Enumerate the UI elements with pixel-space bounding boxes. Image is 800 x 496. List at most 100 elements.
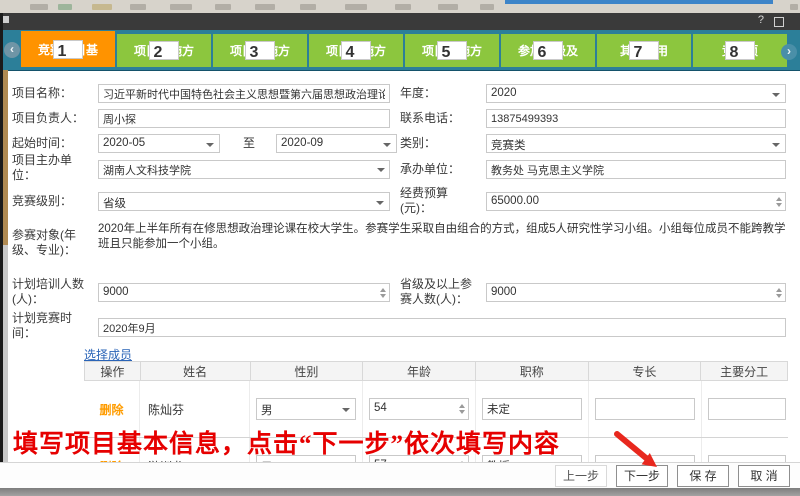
step-tabbar: 1 竞赛项目基 2 项目实施方 3 项目实施方 4 项目实施方 5 项目实施方 … <box>0 30 800 71</box>
leader-label: 项目负责人： <box>12 111 98 126</box>
tab-step-3[interactable]: 3 项目实施方 <box>213 34 307 67</box>
save-button[interactable]: 保 存 <box>677 465 729 487</box>
phone-label: 联系电话： <box>400 111 486 126</box>
trainees-label: 计划培训人数 (人)： <box>12 277 98 307</box>
toolbar-blue-strip <box>505 0 773 4</box>
toolbar-icon-placeholder[interactable] <box>300 4 316 10</box>
toolbar-icon-placeholder[interactable] <box>30 4 48 10</box>
undertaker-input[interactable] <box>486 160 786 179</box>
tab-step-2[interactable]: 2 项目实施方 <box>117 34 211 67</box>
member-gender-value: 男 <box>261 405 273 417</box>
host-unit-label: 项目主办单 位： <box>12 153 98 183</box>
undertaker-label: 承办单位： <box>400 162 486 177</box>
member-age-value: 54 <box>374 402 387 414</box>
step-tabs: 1 竞赛项目基 2 项目实施方 3 项目实施方 4 项目实施方 5 项目实施方 … <box>21 34 789 67</box>
project-name-input[interactable] <box>98 84 390 103</box>
budget-number-input[interactable]: 65000.00 <box>486 192 786 211</box>
background-scrollbar-top <box>3 70 8 245</box>
number-spinner-icon[interactable] <box>380 288 386 298</box>
col-header-age: 年龄 <box>363 362 476 380</box>
toolbar-icon-placeholder[interactable] <box>215 4 231 10</box>
dropdown-arrow-icon <box>206 143 214 147</box>
toolbar-icon-placeholder[interactable] <box>438 4 458 10</box>
toolbar-icon-placeholder[interactable] <box>170 4 192 10</box>
dialog-title-bar: ? <box>0 13 800 30</box>
tabs-scroll-left-icon[interactable]: ‹ <box>4 42 20 58</box>
number-spinner-icon[interactable] <box>776 288 782 298</box>
toolbar-icon-placeholder[interactable] <box>130 4 146 10</box>
col-header-specialty: 专长 <box>589 362 702 380</box>
project-name-label: 项目名称： <box>12 86 98 101</box>
tab-step-1[interactable]: 1 竞赛项目基 <box>21 31 115 67</box>
tab-number: 2 <box>149 41 180 60</box>
start-month-select[interactable]: 2020-05 <box>98 134 220 153</box>
restore-icon[interactable] <box>774 17 784 27</box>
budget-value: 65000.00 <box>491 195 539 207</box>
col-header-action: 操作 <box>85 362 141 380</box>
prov-participants-label: 省级及以上参 赛人数(人)： <box>400 277 486 307</box>
start-month-value: 2020-05 <box>103 137 145 149</box>
toolbar-icon-placeholder[interactable] <box>345 4 367 10</box>
number-spinner-icon[interactable] <box>459 404 465 414</box>
tab-number: 3 <box>245 41 276 60</box>
category-label: 类别： <box>400 136 486 151</box>
delete-member-link[interactable]: 删除 <box>84 401 139 418</box>
phone-field-wrap <box>486 109 786 128</box>
target-textarea[interactable]: 2020年上半年所有在修思想政治理论课在校大学生。参赛学生采取自由组合的方式，组… <box>98 222 788 252</box>
year-label: 年度： <box>400 86 486 101</box>
level-label: 竞赛级别： <box>12 194 98 209</box>
number-spinner-icon[interactable] <box>776 197 782 207</box>
top-toolbar <box>0 0 800 13</box>
tab-number: 5 <box>437 41 468 60</box>
cancel-button[interactable]: 取 消 <box>738 465 790 487</box>
comp-time-input[interactable] <box>98 318 786 337</box>
tab-step-7[interactable]: 7 其它费用 <box>597 34 691 67</box>
tab-step-4[interactable]: 4 项目实施方 <box>309 34 403 67</box>
toolbar-icon-placeholder[interactable] <box>790 4 798 10</box>
prov-participants-value: 9000 <box>491 286 517 298</box>
col-header-gender: 性别 <box>251 362 364 380</box>
tab-step-5[interactable]: 5 项目实施方 <box>405 34 499 67</box>
dropdown-arrow-icon <box>342 408 350 412</box>
help-icon[interactable]: ? <box>758 14 764 26</box>
toolbar-icon-placeholder[interactable] <box>58 4 72 10</box>
background-scrollbar[interactable] <box>3 245 8 462</box>
member-duty-input[interactable] <box>708 398 786 420</box>
member-name: 陈灿芬 <box>148 401 184 418</box>
level-select[interactable]: 省级 <box>98 192 390 211</box>
previous-step-button[interactable]: 上一步 <box>555 465 607 487</box>
tabs-scroll-right-icon[interactable]: › <box>781 44 797 60</box>
tab-number: 4 <box>341 41 372 60</box>
tab-number: 6 <box>533 41 564 60</box>
member-gender-select[interactable]: 男 <box>256 398 356 420</box>
end-month-value: 2020-09 <box>281 137 323 149</box>
toolbar-icon-placeholder[interactable] <box>395 4 411 10</box>
category-select[interactable]: 竞赛类 <box>486 134 786 153</box>
target-label: 参赛对象(年 级、专业)： <box>12 228 98 258</box>
host-unit-input[interactable] <box>98 160 390 179</box>
dropdown-arrow-icon <box>772 93 780 97</box>
member-age-number-input[interactable]: 54 <box>369 398 469 420</box>
annotation-arrow-icon <box>605 430 675 475</box>
start-time-label: 起始时间： <box>12 136 98 151</box>
prov-participants-number-input[interactable]: 9000 <box>486 283 786 302</box>
phone-input[interactable] <box>486 109 786 128</box>
leader-input[interactable] <box>98 109 390 128</box>
application-window: ? 1 竞赛项目基 2 项目实施方 3 项目实施方 4 项目实施方 5 项 <box>0 0 800 496</box>
member-specialty-input[interactable] <box>595 398 695 420</box>
leader-field-wrap <box>98 109 390 128</box>
end-month-select[interactable]: 2020-09 <box>276 134 397 153</box>
trainees-number-input[interactable]: 9000 <box>98 283 390 302</box>
category-value: 竞赛类 <box>491 140 526 152</box>
tab-step-6[interactable]: 6 参加省级及 <box>501 34 595 67</box>
year-select-value: 2020 <box>491 87 517 99</box>
toolbar-icon-placeholder[interactable] <box>480 4 494 10</box>
tab-number: 7 <box>629 41 660 60</box>
member-title-input[interactable] <box>482 398 582 420</box>
form-content: 项目名称： 年度： 2020 项目负责人： 联系电话： 起始时间： 2020-0… <box>0 70 800 462</box>
tab-step-8[interactable]: 8 竞赛项 <box>693 34 787 67</box>
toolbar-icon-placeholder[interactable] <box>255 4 275 10</box>
to-label: 至 <box>243 136 263 151</box>
year-select[interactable]: 2020 <box>486 84 786 103</box>
toolbar-icon-placeholder[interactable] <box>92 4 112 10</box>
